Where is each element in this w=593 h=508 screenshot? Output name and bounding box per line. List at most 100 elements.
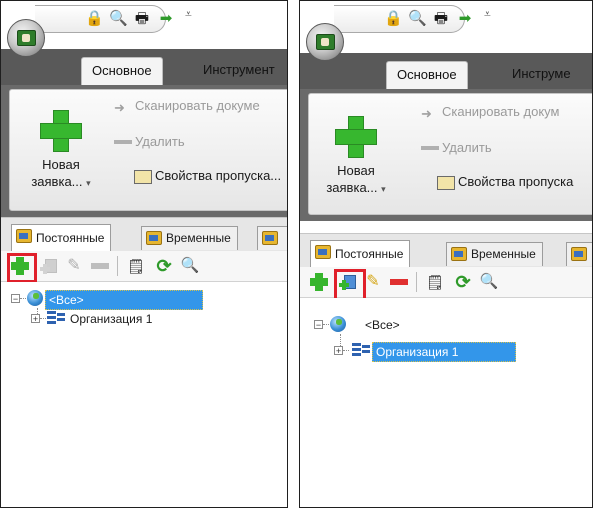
expand-toggle[interactable]: + bbox=[334, 346, 343, 356]
subtab-temporary[interactable]: Временные bbox=[141, 226, 238, 250]
subtab-temporary[interactable]: Временные bbox=[446, 242, 543, 266]
lock-icon[interactable]: 🔒 bbox=[384, 10, 403, 28]
tree-line bbox=[343, 350, 349, 351]
highlight-box bbox=[334, 269, 366, 301]
right-screenshot-panel: 🔒 🔍 🖶 ➡ ⩡ Основное Инструме Новая заявка… bbox=[299, 0, 593, 508]
tree-toolbar: ✎ 🗒 ⟳ 🔍 bbox=[1, 251, 287, 282]
tree-node-all-label: <Все> bbox=[365, 318, 400, 332]
new-request-label-2: заявка... ▾ bbox=[18, 173, 104, 192]
add-icon bbox=[40, 110, 82, 152]
scan-document-button[interactable]: ➜ Сканировать докум bbox=[421, 104, 560, 121]
new-request-button[interactable]: Новая заявка... ▾ bbox=[18, 156, 104, 192]
card-type-tabs: Постоянные Временные bbox=[1, 217, 287, 252]
tree-node-org-label: Организация 1 bbox=[70, 312, 153, 326]
delete-label: Удалить bbox=[135, 134, 185, 149]
add-icon[interactable] bbox=[308, 271, 330, 293]
export-icon[interactable]: ➡ bbox=[456, 10, 474, 28]
tree-line bbox=[20, 298, 26, 299]
quick-access-toolbar: 🔒 🔍 🖶 ➡ bbox=[35, 5, 172, 33]
tab-main[interactable]: Основное bbox=[81, 57, 163, 85]
add-icon bbox=[335, 116, 377, 158]
new-request-button[interactable]: Новая заявка... ▾ bbox=[313, 162, 399, 198]
globe-icon bbox=[330, 316, 346, 332]
app-menu-icon bbox=[17, 30, 36, 46]
organization-icon bbox=[352, 342, 370, 358]
title-bar: 🔒 🔍 🖶 ➡ ⩡ bbox=[300, 1, 592, 61]
find-icon[interactable]: 🔍 bbox=[179, 255, 201, 277]
expand-toggle[interactable]: + bbox=[31, 314, 40, 324]
print-icon[interactable]: 🖶 bbox=[133, 10, 151, 28]
delete-icon[interactable] bbox=[89, 255, 111, 277]
collapse-toggle[interactable]: − bbox=[314, 320, 323, 330]
subtab-temporary-label: Временные bbox=[166, 231, 231, 245]
scan-icon: ➜ bbox=[421, 105, 432, 121]
new-request-label-1: Новая bbox=[337, 163, 375, 178]
search-icon[interactable]: 🔍 bbox=[109, 10, 128, 28]
search-icon[interactable]: 🔍 bbox=[408, 10, 427, 28]
minus-icon bbox=[114, 139, 132, 144]
quick-access-toolbar: 🔒 🔍 🖶 ➡ bbox=[334, 5, 471, 33]
new-request-label-1: Новая bbox=[42, 157, 80, 172]
ribbon-group: Новая заявка... ▾ ➜ Сканировать докуме Уд… bbox=[9, 89, 287, 211]
refresh-icon[interactable]: ⟳ bbox=[452, 271, 474, 293]
app-menu-button[interactable] bbox=[7, 19, 45, 57]
scan-document-button[interactable]: ➜ Сканировать докуме bbox=[114, 98, 260, 115]
delete-button[interactable]: Удалить bbox=[421, 140, 492, 155]
scan-document-label: Сканировать докум bbox=[442, 104, 560, 119]
subtab-permanent-label: Постоянные bbox=[335, 247, 404, 261]
minus-icon bbox=[421, 145, 439, 150]
checklist-icon[interactable]: 🗒 bbox=[424, 271, 446, 293]
tab-tools[interactable]: Инструме bbox=[502, 61, 581, 89]
globe-icon bbox=[27, 290, 43, 306]
lock-icon[interactable]: 🔒 bbox=[85, 10, 104, 28]
app-menu-icon bbox=[316, 34, 335, 50]
edit-icon[interactable]: ✎ bbox=[63, 255, 85, 277]
refresh-icon[interactable]: ⟳ bbox=[153, 255, 175, 277]
scan-document-label: Сканировать докуме bbox=[135, 98, 260, 113]
organization-tree: − <Все> + Организация 1 bbox=[300, 298, 592, 507]
temporary-card-icon bbox=[146, 231, 162, 245]
qat-dropdown-icon[interactable]: ⩡ bbox=[185, 7, 192, 22]
organization-tree: − <Все> + Организация 1 bbox=[1, 282, 287, 507]
subtab-permanent[interactable]: Постоянные bbox=[310, 240, 411, 268]
pass-properties-label: Свойства пропуска bbox=[458, 174, 574, 189]
third-card-icon bbox=[262, 231, 278, 245]
permanent-card-icon bbox=[16, 229, 32, 243]
qat-dropdown-icon[interactable]: ⩡ bbox=[484, 7, 491, 22]
delete-button[interactable]: Удалить bbox=[114, 134, 185, 149]
ribbon-panel: Новая заявка... ▾ ➜ Сканировать докум Уда… bbox=[300, 89, 592, 221]
tree-node-all-label: <Все> bbox=[45, 290, 203, 310]
temporary-card-icon bbox=[451, 247, 467, 261]
tree-node-org-label: Организация 1 bbox=[372, 342, 516, 362]
properties-icon bbox=[134, 169, 152, 184]
toolbar-separator bbox=[416, 272, 417, 292]
ribbon-group: Новая заявка... ▾ ➜ Сканировать докум Уда… bbox=[308, 93, 592, 215]
scan-icon: ➜ bbox=[114, 99, 125, 115]
title-bar: 🔒 🔍 🖶 ➡ ⩡ bbox=[1, 1, 287, 57]
ribbon-panel: Новая заявка... ▾ ➜ Сканировать докуме Уд… bbox=[1, 85, 287, 217]
print-icon[interactable]: 🖶 bbox=[432, 10, 450, 28]
properties-icon bbox=[437, 175, 455, 190]
chevron-down-icon: ▾ bbox=[86, 178, 91, 188]
find-icon[interactable]: 🔍 bbox=[478, 271, 500, 293]
tab-tools[interactable]: Инструмент bbox=[193, 57, 285, 85]
pass-properties-label: Свойства пропуска... bbox=[155, 168, 282, 183]
checklist-icon[interactable]: 🗒 bbox=[125, 255, 147, 277]
tree-line bbox=[40, 318, 46, 319]
subtab-temporary-label: Временные bbox=[471, 247, 536, 261]
subtab-permanent[interactable]: Постоянные bbox=[11, 224, 112, 252]
toolbar-separator bbox=[117, 256, 118, 276]
chevron-down-icon: ▾ bbox=[381, 184, 386, 194]
highlight-box bbox=[7, 253, 37, 283]
add-subitem-icon[interactable] bbox=[39, 255, 61, 277]
third-card-icon bbox=[571, 247, 587, 261]
app-menu-button[interactable] bbox=[306, 23, 344, 61]
subtab-third[interactable] bbox=[566, 242, 592, 266]
subtab-third[interactable] bbox=[257, 226, 287, 250]
collapse-toggle[interactable]: − bbox=[11, 294, 20, 304]
delete-icon[interactable] bbox=[388, 271, 410, 293]
pass-properties-button[interactable]: Свойства пропуска... bbox=[134, 168, 281, 184]
tab-main[interactable]: Основное bbox=[386, 61, 468, 89]
pass-properties-button[interactable]: Свойства пропуска bbox=[437, 174, 573, 190]
export-icon[interactable]: ➡ bbox=[157, 10, 175, 28]
